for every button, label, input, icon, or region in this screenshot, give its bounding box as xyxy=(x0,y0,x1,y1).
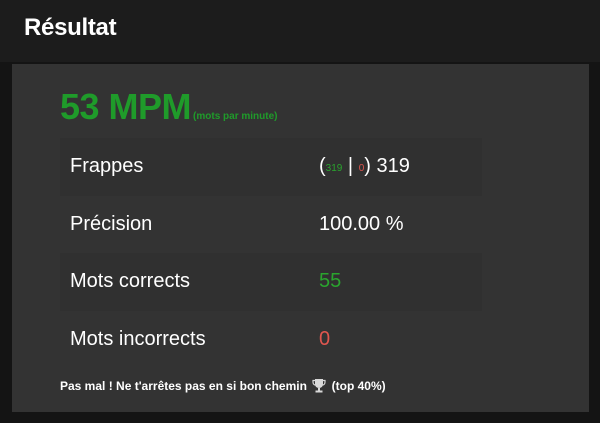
keystrokes-label: Frappes xyxy=(70,155,144,177)
wpm-line: 53 MPM (mots par minute) xyxy=(60,86,278,128)
accuracy-label: Précision xyxy=(70,212,153,235)
keystrokes-open-paren: ( xyxy=(319,155,326,177)
correct-words-label: Mots corrects xyxy=(70,270,191,292)
trophy-icon xyxy=(312,378,326,396)
result-panel: 53 MPM (mots par minute) Frappes (319 | 0… xyxy=(12,64,589,412)
wrong-words-value: 0 xyxy=(319,327,331,350)
result-message: Pas mal ! Ne t'arrêtes pas en si bon che… xyxy=(60,378,386,396)
stats-row-correct-words: Mots corrects 55 xyxy=(60,253,482,311)
keystrokes-value: (319 | 0) 319 xyxy=(319,138,410,198)
keystrokes-correct: 319 xyxy=(325,163,343,174)
accuracy-value: 100.00 % xyxy=(319,212,404,235)
correct-words-value: 55 xyxy=(319,270,342,292)
keystrokes-separator: | xyxy=(347,155,354,177)
result-window: Résultat 53 MPM (mots par minute) Frappes… xyxy=(0,0,600,423)
message-text: Pas mal ! Ne t'arrêtes pas en si bon che… xyxy=(60,379,307,393)
keystrokes-close-paren: ) xyxy=(364,155,371,177)
stats-table: Frappes (319 | 0) 319 Précision 100.00 %… xyxy=(60,138,482,368)
result-header: Résultat xyxy=(0,0,600,62)
stats-row-keystrokes: Frappes (319 | 0) 319 xyxy=(60,138,482,196)
message-rank: (top 40%) xyxy=(331,379,386,393)
wrong-words-label: Mots incorrects xyxy=(70,327,206,350)
keystrokes-total: 319 xyxy=(376,155,410,177)
wpm-value: 53 MPM xyxy=(60,86,192,127)
stats-row-wrong-words: Mots incorrects 0 xyxy=(60,311,482,369)
wpm-unit: (mots par minute) xyxy=(193,111,278,122)
stats-row-accuracy: Précision 100.00 % xyxy=(60,196,482,254)
result-title: Résultat xyxy=(24,14,117,41)
